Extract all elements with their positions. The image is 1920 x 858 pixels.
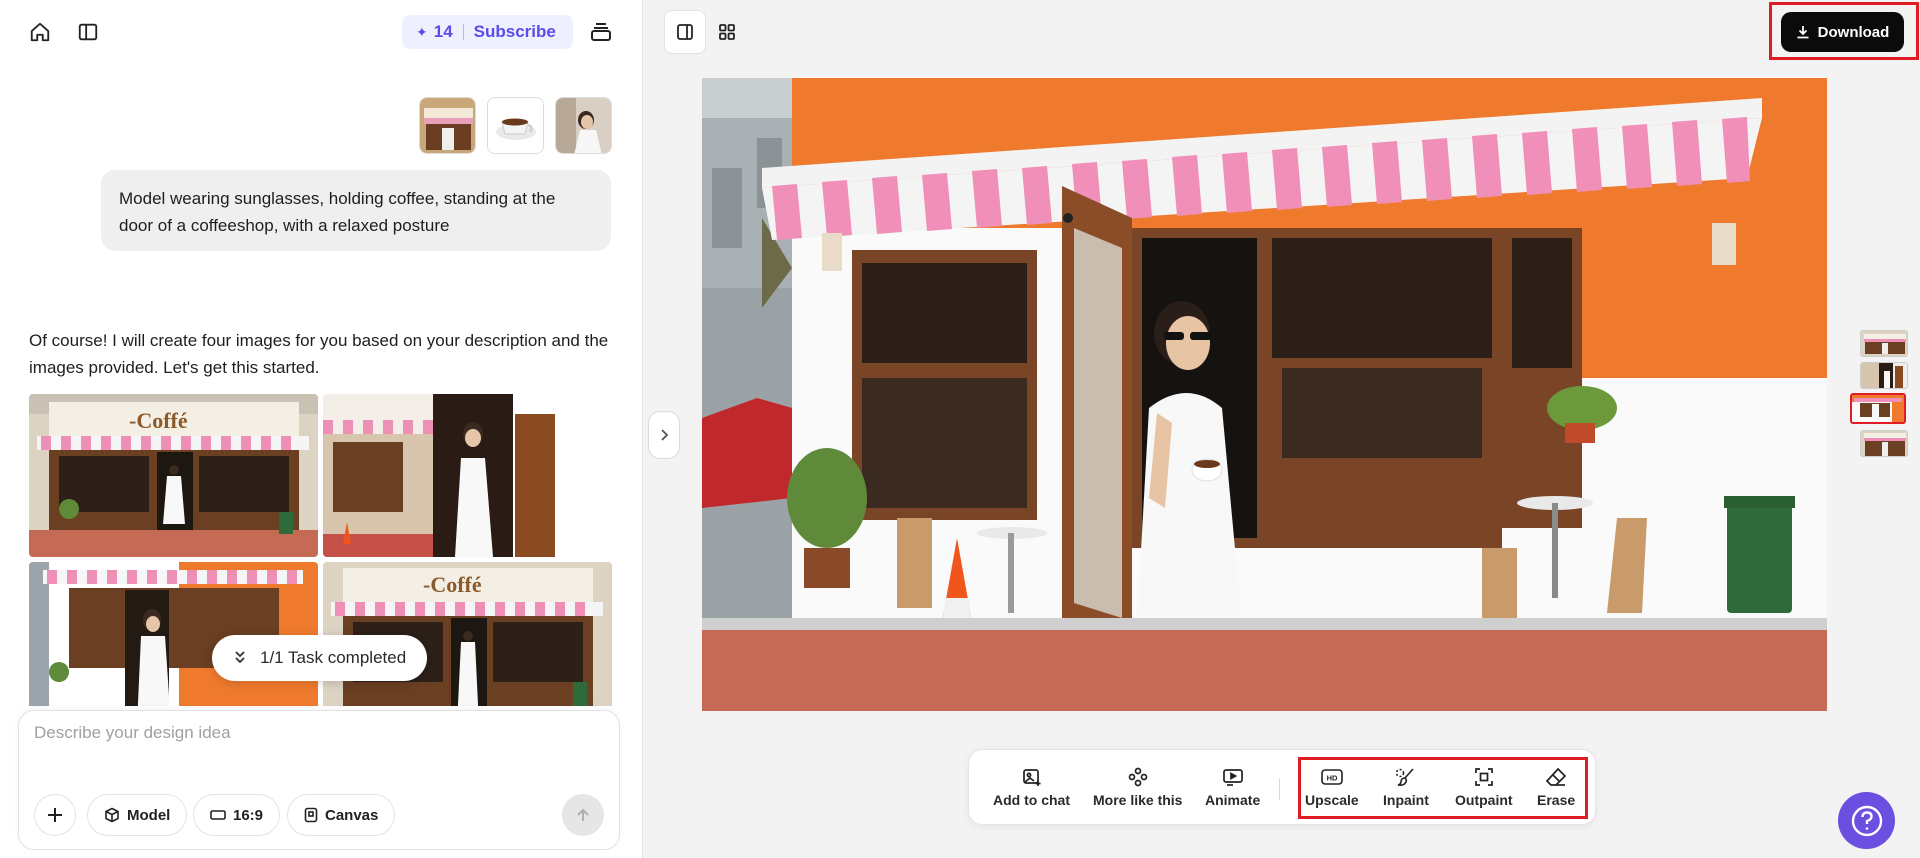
plus-icon <box>48 808 62 822</box>
tool-label: More like this <box>1093 792 1183 808</box>
add-attachment-button[interactable] <box>34 794 76 836</box>
generated-image[interactable] <box>323 394 612 557</box>
arrow-up-icon <box>577 808 589 821</box>
sparkle-icon: ✦ <box>416 23 428 40</box>
download-button[interactable]: Download <box>1781 12 1904 52</box>
user-message: Model wearing sunglasses, holding coffee… <box>101 170 611 251</box>
download-highlight: Download <box>1769 2 1919 60</box>
tools-highlight-box <box>1298 757 1588 819</box>
assistant-message: Of course! I will create four images for… <box>29 331 609 377</box>
double-chevron-down-icon <box>234 650 246 667</box>
more-like-this-button[interactable]: More like this <box>1093 766 1182 808</box>
panel-icon <box>677 24 693 40</box>
grid-view-button[interactable] <box>706 10 748 54</box>
prompt-input[interactable] <box>34 723 594 743</box>
credits-count: 14 <box>433 22 453 41</box>
task-status-pill[interactable]: 1/1 Task completed <box>212 635 427 681</box>
subscribe-label: Subscribe <box>473 22 556 41</box>
variant-thumbnail-selected[interactable] <box>1850 393 1906 424</box>
variant-thumbnail[interactable] <box>1860 430 1908 457</box>
cafe-sign: -Coffé <box>423 572 482 597</box>
add-to-chat-button[interactable]: Add to chat <box>993 766 1070 808</box>
tool-label: Add to chat <box>993 792 1070 808</box>
send-button[interactable] <box>562 794 604 836</box>
layers-icon[interactable] <box>585 16 617 48</box>
generated-image[interactable]: -Coffé <box>29 394 318 557</box>
sidebar-toggle-icon[interactable] <box>72 16 104 48</box>
chat-topbar: ✦ 14 Subscribe <box>0 0 643 64</box>
attachment-thumbnail[interactable] <box>419 97 476 154</box>
canvas-button[interactable]: Canvas <box>287 794 396 836</box>
download-icon <box>1796 25 1810 39</box>
cafe-sign: -Coffé <box>129 408 188 433</box>
variant-thumbnail[interactable] <box>1860 362 1908 389</box>
chevron-right-icon <box>661 429 669 441</box>
animate-icon <box>1222 766 1244 788</box>
animate-button[interactable]: Animate <box>1205 766 1260 808</box>
chat-panel: ✦ 14 Subscribe Model wearing sunglasses,… <box>0 0 643 858</box>
credits-subscribe-button[interactable]: ✦ 14 Subscribe <box>402 15 573 49</box>
generated-image[interactable]: -Coffé <box>323 562 612 706</box>
task-status-text: 1/1 Task completed <box>260 648 407 667</box>
home-icon[interactable] <box>24 16 56 48</box>
cube-icon <box>104 807 120 823</box>
tool-label: Animate <box>1205 792 1261 808</box>
add-image-icon <box>1022 766 1042 788</box>
ratio-icon <box>210 809 226 821</box>
main-canvas-image[interactable] <box>702 78 1827 711</box>
model-selector-button[interactable]: Model <box>87 794 188 836</box>
variations-icon <box>1128 766 1148 788</box>
ratio-label: 16:9 <box>233 806 264 824</box>
view-toggle <box>664 10 748 54</box>
question-icon <box>1851 805 1882 836</box>
grid-icon <box>719 24 735 40</box>
aspect-ratio-button[interactable]: 16:9 <box>193 794 281 836</box>
help-button[interactable] <box>1838 792 1895 849</box>
download-label: Download <box>1817 23 1890 41</box>
divider <box>462 24 464 40</box>
single-view-button[interactable] <box>664 10 706 54</box>
attachment-thumbnail[interactable] <box>555 97 612 154</box>
canvas-label: Canvas <box>325 806 379 824</box>
model-label: Model <box>127 806 171 824</box>
attachment-thumbnail[interactable] <box>487 97 544 154</box>
variant-thumbnail[interactable] <box>1860 330 1908 357</box>
toolbar-divider <box>1279 778 1280 800</box>
generated-image[interactable] <box>29 562 318 706</box>
expand-panel-button[interactable] <box>648 411 680 459</box>
canvas-icon <box>304 807 318 823</box>
prompt-composer: Model 16:9 Canvas <box>18 710 620 850</box>
